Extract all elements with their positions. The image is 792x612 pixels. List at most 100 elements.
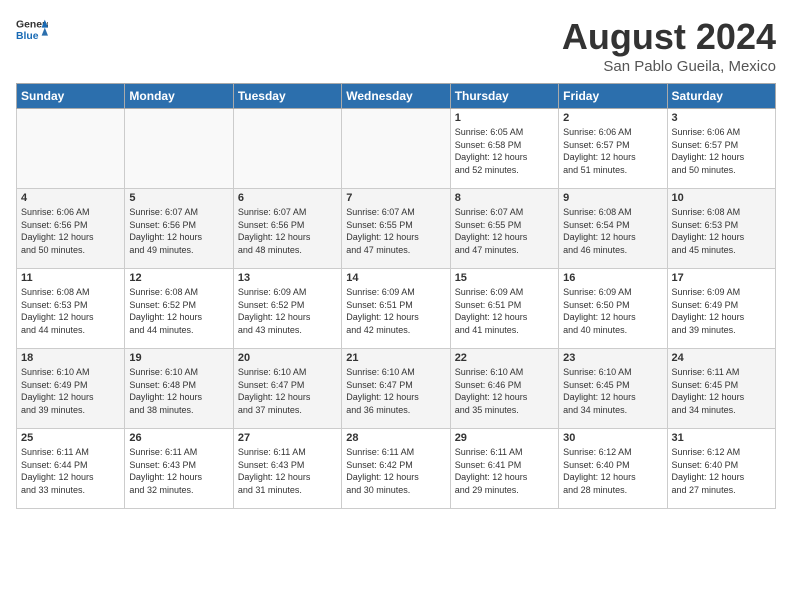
cell-info: Sunrise: 6:08 AMSunset: 6:53 PMDaylight:…: [672, 206, 771, 256]
calendar-cell: 28Sunrise: 6:11 AMSunset: 6:42 PMDayligh…: [342, 429, 450, 509]
day-number: 29: [455, 432, 554, 444]
cell-info: Sunrise: 6:11 AMSunset: 6:43 PMDaylight:…: [129, 446, 228, 496]
day-number: 23: [563, 352, 662, 364]
cell-info: Sunrise: 6:10 AMSunset: 6:47 PMDaylight:…: [238, 366, 337, 416]
weekday-header-monday: Monday: [125, 84, 233, 109]
calendar-cell: 10 Sunrise: 6:08 AMSunset: 6:53 PMDayligh…: [667, 189, 775, 269]
calendar-week-3: 11Sunrise: 6:08 AMSunset: 6:53 PMDayligh…: [17, 269, 776, 349]
cell-info: Sunrise: 6:09 AMSunset: 6:52 PMDaylight:…: [238, 286, 337, 336]
day-number: 19: [129, 352, 228, 364]
calendar-week-5: 25 Sunrise: 6:11 AMSunset: 6:44 PMDayligh…: [17, 429, 776, 509]
day-number: 26: [129, 432, 228, 444]
calendar-week-2: 4 Sunrise: 6:06 AMSunset: 6:56 PMDaylight…: [17, 189, 776, 269]
calendar-cell: [233, 109, 341, 189]
calendar-cell: 5 Sunrise: 6:07 AMSunset: 6:56 PMDaylight…: [125, 189, 233, 269]
cell-info: Sunrise: 6:11 AMSunset: 6:44 PMDaylight:…: [21, 446, 120, 496]
calendar-cell: 3Sunrise: 6:06 AMSunset: 6:57 PMDaylight…: [667, 109, 775, 189]
calendar-cell: 25 Sunrise: 6:11 AMSunset: 6:44 PMDayligh…: [17, 429, 125, 509]
page-header: General Blue August 2024 San Pablo Gueil…: [16, 16, 776, 75]
day-number: 7: [346, 192, 445, 204]
logo: General Blue: [16, 16, 48, 44]
calendar-week-4: 18Sunrise: 6:10 AMSunset: 6:49 PMDayligh…: [17, 349, 776, 429]
day-number: 27: [238, 432, 337, 444]
day-number: 15: [455, 272, 554, 284]
day-number: 5: [129, 192, 228, 204]
calendar-header: SundayMondayTuesdayWednesdayThursdayFrid…: [17, 84, 776, 109]
calendar-cell: 1Sunrise: 6:05 AMSunset: 6:58 PMDaylight…: [450, 109, 558, 189]
calendar-cell: 31 Sunrise: 6:12 AMSunset: 6:40 PMDayligh…: [667, 429, 775, 509]
location-subtitle: San Pablo Gueila, Mexico: [562, 58, 776, 75]
calendar-cell: 7 Sunrise: 6:07 AMSunset: 6:55 PMDaylight…: [342, 189, 450, 269]
calendar-cell: 24 Sunrise: 6:11 AMSunset: 6:45 PMDayligh…: [667, 349, 775, 429]
generalblue-logo-icon: General Blue: [16, 16, 48, 44]
day-number: 12: [129, 272, 228, 284]
day-number: 17: [672, 272, 771, 284]
cell-info: Sunrise: 6:09 AMSunset: 6:49 PMDaylight:…: [672, 286, 771, 336]
calendar-cell: 18Sunrise: 6:10 AMSunset: 6:49 PMDayligh…: [17, 349, 125, 429]
day-number: 2: [563, 112, 662, 124]
day-number: 11: [21, 272, 120, 284]
day-number: 21: [346, 352, 445, 364]
calendar-cell: 13 Sunrise: 6:09 AMSunset: 6:52 PMDayligh…: [233, 269, 341, 349]
day-number: 24: [672, 352, 771, 364]
day-number: 10: [672, 192, 771, 204]
calendar-cell: 9Sunrise: 6:08 AMSunset: 6:54 PMDaylight…: [559, 189, 667, 269]
weekday-header-saturday: Saturday: [667, 84, 775, 109]
calendar-cell: [342, 109, 450, 189]
day-number: 9: [563, 192, 662, 204]
day-number: 4: [21, 192, 120, 204]
svg-text:Blue: Blue: [16, 31, 39, 42]
day-number: 8: [455, 192, 554, 204]
calendar-cell: [125, 109, 233, 189]
day-number: 22: [455, 352, 554, 364]
calendar-cell: 29 Sunrise: 6:11 AMSunset: 6:41 PMDayligh…: [450, 429, 558, 509]
cell-info: Sunrise: 6:10 AMSunset: 6:45 PMDaylight:…: [563, 366, 662, 416]
calendar-cell: 15 Sunrise: 6:09 AMSunset: 6:51 PMDayligh…: [450, 269, 558, 349]
cell-info: Sunrise: 6:09 AMSunset: 6:51 PMDaylight:…: [346, 286, 445, 336]
cell-info: Sunrise: 6:07 AMSunset: 6:55 PMDaylight:…: [346, 206, 445, 256]
cell-info: Sunrise: 6:12 AMSunset: 6:40 PMDaylight:…: [672, 446, 771, 496]
cell-info: Sunrise: 6:11 AMSunset: 6:43 PMDaylight:…: [238, 446, 337, 496]
cell-info: Sunrise: 6:07 AMSunset: 6:56 PMDaylight:…: [238, 206, 337, 256]
day-number: 31: [672, 432, 771, 444]
cell-info: Sunrise: 6:11 AMSunset: 6:41 PMDaylight:…: [455, 446, 554, 496]
cell-info: Sunrise: 6:10 AMSunset: 6:46 PMDaylight:…: [455, 366, 554, 416]
calendar-cell: 20 Sunrise: 6:10 AMSunset: 6:47 PMDayligh…: [233, 349, 341, 429]
day-number: 13: [238, 272, 337, 284]
cell-info: Sunrise: 6:09 AMSunset: 6:50 PMDaylight:…: [563, 286, 662, 336]
calendar-cell: 2Sunrise: 6:06 AMSunset: 6:57 PMDaylight…: [559, 109, 667, 189]
calendar-cell: 17 Sunrise: 6:09 AMSunset: 6:49 PMDayligh…: [667, 269, 775, 349]
cell-info: Sunrise: 6:08 AMSunset: 6:52 PMDaylight:…: [129, 286, 228, 336]
day-number: 1: [455, 112, 554, 124]
cell-info: Sunrise: 6:11 AMSunset: 6:45 PMDaylight:…: [672, 366, 771, 416]
calendar-cell: [17, 109, 125, 189]
calendar-cell: 16 Sunrise: 6:09 AMSunset: 6:50 PMDayligh…: [559, 269, 667, 349]
day-number: 16: [563, 272, 662, 284]
day-number: 14: [346, 272, 445, 284]
weekday-header-tuesday: Tuesday: [233, 84, 341, 109]
weekday-header-thursday: Thursday: [450, 84, 558, 109]
calendar-table: SundayMondayTuesdayWednesdayThursdayFrid…: [16, 83, 776, 509]
calendar-cell: 6Sunrise: 6:07 AMSunset: 6:56 PMDaylight…: [233, 189, 341, 269]
calendar-cell: 27 Sunrise: 6:11 AMSunset: 6:43 PMDayligh…: [233, 429, 341, 509]
calendar-cell: 8 Sunrise: 6:07 AMSunset: 6:55 PMDaylight…: [450, 189, 558, 269]
day-number: 20: [238, 352, 337, 364]
weekday-header-sunday: Sunday: [17, 84, 125, 109]
calendar-body: 1Sunrise: 6:05 AMSunset: 6:58 PMDaylight…: [17, 109, 776, 509]
calendar-cell: 23 Sunrise: 6:10 AMSunset: 6:45 PMDayligh…: [559, 349, 667, 429]
cell-info: Sunrise: 6:10 AMSunset: 6:48 PMDaylight:…: [129, 366, 228, 416]
weekday-header-wednesday: Wednesday: [342, 84, 450, 109]
calendar-cell: 4 Sunrise: 6:06 AMSunset: 6:56 PMDaylight…: [17, 189, 125, 269]
day-number: 25: [21, 432, 120, 444]
cell-info: Sunrise: 6:11 AMSunset: 6:42 PMDaylight:…: [346, 446, 445, 496]
calendar-cell: 14 Sunrise: 6:09 AMSunset: 6:51 PMDayligh…: [342, 269, 450, 349]
cell-info: Sunrise: 6:12 AMSunset: 6:40 PMDaylight:…: [563, 446, 662, 496]
day-number: 3: [672, 112, 771, 124]
cell-info: Sunrise: 6:07 AMSunset: 6:55 PMDaylight:…: [455, 206, 554, 256]
weekday-header-row: SundayMondayTuesdayWednesdayThursdayFrid…: [17, 84, 776, 109]
day-number: 18: [21, 352, 120, 364]
cell-info: Sunrise: 6:09 AMSunset: 6:51 PMDaylight:…: [455, 286, 554, 336]
cell-info: Sunrise: 6:10 AMSunset: 6:47 PMDaylight:…: [346, 366, 445, 416]
cell-info: Sunrise: 6:06 AMSunset: 6:56 PMDaylight:…: [21, 206, 120, 256]
cell-info: Sunrise: 6:07 AMSunset: 6:56 PMDaylight:…: [129, 206, 228, 256]
